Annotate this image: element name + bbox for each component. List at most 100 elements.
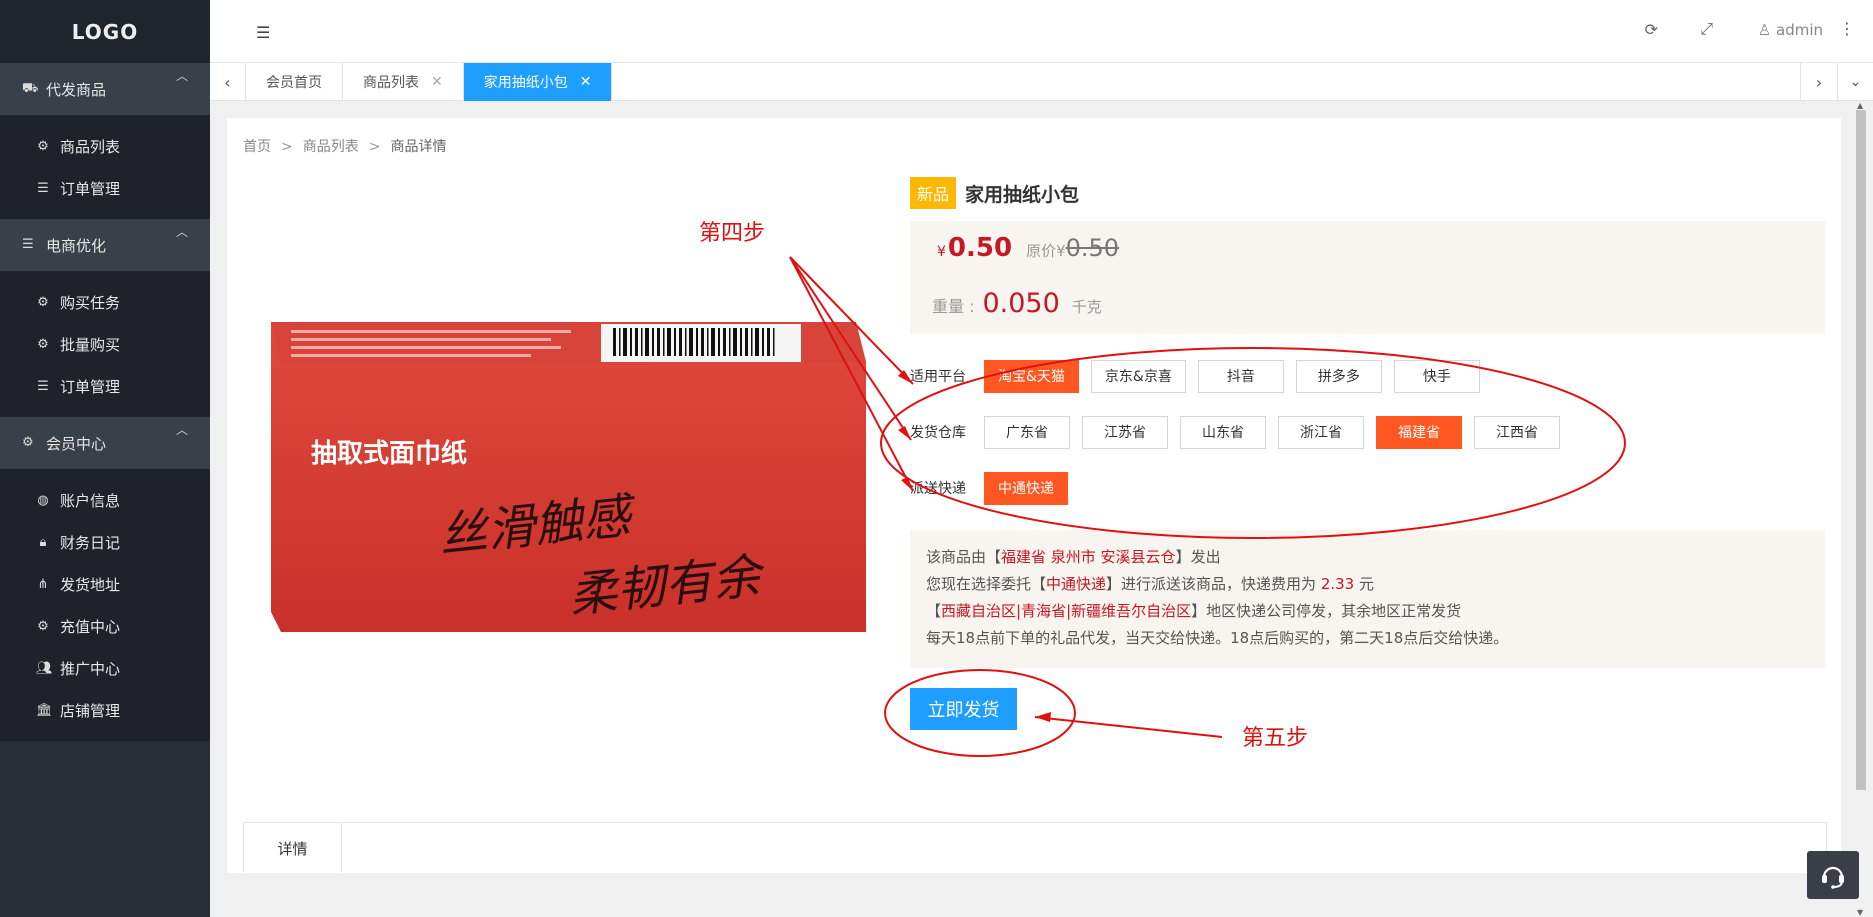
- info-text: 元: [1354, 575, 1374, 593]
- currency-symbol: ¥: [1056, 242, 1066, 260]
- sidebar-item-label: 商品列表: [60, 137, 121, 156]
- breadcrumb-list[interactable]: 商品列表: [303, 139, 359, 155]
- weight-value: 0.050: [982, 288, 1060, 319]
- truck-icon: ⛟: [22, 81, 39, 96]
- lock-icon: 🔒︎: [39, 534, 47, 550]
- main-content: 首页 > 商品列表 > 商品详情 抽取式面巾纸 丝滑触感 柔韧有余 新品 家用抽…: [227, 118, 1841, 873]
- info-fee: 2.33: [1320, 575, 1355, 593]
- globe-icon: ◍: [37, 492, 49, 508]
- info-cutoff: 每天18点前下单的礼品代发，当天交给快递。18点后购买的，第二天18点后交给快递…: [926, 629, 1509, 647]
- users-icon: 👥︎: [36, 660, 53, 676]
- platform-options: 适用平台 淘宝&天猫 京东&京喜 抖音 拼多多 快手: [910, 348, 1825, 404]
- breadcrumb-current: 商品详情: [390, 139, 447, 155]
- sidebar-group-optimize[interactable]: ☰ 电商优化 ︿: [0, 219, 210, 271]
- user-icon: ♙: [1757, 21, 1772, 39]
- platform-label: 适用平台: [910, 369, 966, 385]
- tab-label: 商品列表: [363, 75, 419, 91]
- tab-label: 会员首页: [266, 75, 322, 91]
- sidebar-item-finance[interactable]: 🔒︎ 财务日记: [0, 521, 210, 563]
- refresh-icon[interactable]: ⟳: [1645, 20, 1658, 39]
- sidebar-item-label: 账户信息: [60, 491, 121, 510]
- tab-details[interactable]: 详情: [244, 823, 342, 873]
- tab-product-detail[interactable]: 家用抽纸小包 ✕: [463, 63, 613, 101]
- sidebar-item-buy-task[interactable]: ⚙ 购买任务: [0, 281, 210, 323]
- option-warehouse-shandong[interactable]: 山东省: [1180, 415, 1266, 449]
- sidebar-group-daifa[interactable]: ⛟ 代发商品 ︿: [0, 63, 210, 115]
- option-platform-pdd[interactable]: 拼多多: [1295, 359, 1382, 393]
- chevron-down-icon[interactable]: ⌄: [1837, 63, 1873, 101]
- courier-options: 派送快递 中通快递: [910, 460, 1825, 516]
- list-icon: ☰: [22, 237, 34, 252]
- sidebar-item-shop[interactable]: 🏛︎ 店铺管理: [0, 689, 210, 731]
- menu-toggle-icon[interactable]: ☰: [256, 23, 270, 42]
- sidebar-item-recharge[interactable]: ⚙ 充值中心: [0, 605, 210, 647]
- sidebar-item-label: 发货地址: [60, 575, 121, 594]
- gears-icon: ⚙: [37, 336, 49, 352]
- original-price-label: 原价: [1026, 242, 1057, 260]
- sidebar-item-orders-2[interactable]: ☰ 订单管理: [0, 365, 210, 407]
- close-icon[interactable]: ✕: [580, 74, 592, 90]
- gears-icon: ⚙: [37, 294, 49, 310]
- tab-label: 家用抽纸小包: [483, 75, 568, 91]
- sidebar-item-orders[interactable]: ☰ 订单管理: [0, 167, 210, 209]
- ship-now-button[interactable]: 立即发货: [910, 688, 1017, 730]
- scroll-up-icon[interactable]: ▲: [1857, 101, 1863, 110]
- sidebar-item-label: 充值中心: [60, 617, 121, 636]
- option-platform-taobao[interactable]: 淘宝&天猫: [984, 359, 1079, 393]
- info-text: 】进行派送该商品，快递费用为: [1106, 575, 1321, 593]
- gears-icon: ⚙: [37, 138, 49, 154]
- tab-product-list[interactable]: 商品列表 ✕: [343, 63, 464, 101]
- sidebar-item-label: 购买任务: [60, 293, 121, 312]
- option-warehouse-jiangsu[interactable]: 江苏省: [1082, 415, 1168, 449]
- list-icon: ☰: [37, 180, 49, 196]
- scroll-thumb[interactable]: [1856, 110, 1866, 790]
- chevron-up-icon: ︿: [175, 423, 188, 437]
- option-platform-douyin[interactable]: 抖音: [1197, 359, 1284, 393]
- page-scrollbar[interactable]: ▲ ▼: [1855, 101, 1867, 917]
- info-text: 】发出: [1175, 548, 1221, 566]
- breadcrumb: 首页 > 商品列表 > 商品详情: [243, 139, 447, 155]
- scroll-down-icon[interactable]: ▼: [1857, 908, 1863, 917]
- sidebar-group-label: 电商优化: [46, 236, 107, 255]
- sidebar-item-address[interactable]: ⋔ 发货地址: [0, 563, 210, 605]
- warehouse-label: 发货仓库: [910, 425, 966, 441]
- currency-symbol: ¥: [937, 244, 946, 260]
- option-warehouse-zhejiang[interactable]: 浙江省: [1278, 415, 1364, 449]
- sidebar-item-promotion[interactable]: 👥︎ 推广中心: [0, 647, 210, 689]
- option-warehouse-fujian[interactable]: 福建省: [1376, 415, 1462, 449]
- more-icon[interactable]: ⋮: [1839, 19, 1855, 38]
- product-detail: 新品 家用抽纸小包 ¥ 0.50 原价¥ 0.50 重量 : 0.050 千克 …: [910, 177, 1825, 730]
- shipping-info: 该商品由【福建省 泉州市 安溪县云仓】发出 您现在选择委托【中通快递】进行派送该…: [910, 530, 1825, 668]
- chevron-up-icon: ︿: [175, 69, 188, 83]
- sidebar-item-batch-buy[interactable]: ⚙ 批量购买: [0, 323, 210, 365]
- tab-scroll-left-icon[interactable]: ‹: [210, 63, 246, 101]
- sidebar: LOGO ⛟ 代发商品 ︿ ⚙ 商品列表 ☰ 订单管理 ☰ 电商优化 ︿ ⚙ 购…: [0, 0, 210, 917]
- tab-member-home[interactable]: 会员首页: [246, 63, 343, 101]
- info-courier: 中通快递: [1046, 575, 1107, 593]
- option-platform-kuaishou[interactable]: 快手: [1393, 359, 1480, 393]
- sidebar-group-member[interactable]: ⚙ 会员中心 ︿: [0, 417, 210, 469]
- gears-icon: ⚙: [37, 618, 49, 634]
- sidebar-item-label: 店铺管理: [60, 701, 121, 720]
- sidebar-item-label: 推广中心: [60, 659, 121, 678]
- option-warehouse-jiangxi[interactable]: 江西省: [1474, 415, 1560, 449]
- list-icon: ☰: [37, 378, 49, 394]
- customer-service-button[interactable]: [1807, 851, 1859, 899]
- detail-tabs: 详情: [243, 822, 1827, 873]
- tab-scroll-right-icon[interactable]: ›: [1800, 63, 1837, 101]
- fullscreen-icon[interactable]: ⤢: [1700, 19, 1713, 39]
- gear-icon: ⚙: [22, 435, 34, 450]
- close-icon[interactable]: ✕: [431, 74, 443, 90]
- breadcrumb-home[interactable]: 首页: [243, 139, 271, 155]
- user-menu[interactable]: ♙ admin: [1758, 21, 1823, 39]
- sidebar-group-label: 会员中心: [46, 434, 107, 453]
- option-platform-jd[interactable]: 京东&京喜: [1090, 359, 1186, 393]
- sidebar-item-product-list[interactable]: ⚙ 商品列表: [0, 125, 210, 167]
- sitemap-icon: ⋔: [37, 576, 49, 592]
- option-warehouse-guangdong[interactable]: 广东省: [984, 415, 1070, 449]
- sidebar-item-account[interactable]: ◍ 账户信息: [0, 479, 210, 521]
- product-title: 家用抽纸小包: [965, 183, 1080, 206]
- warehouse-options: 发货仓库 广东省 江苏省 山东省 浙江省 福建省 江西省: [910, 404, 1825, 460]
- sidebar-item-label: 订单管理: [60, 179, 121, 198]
- option-courier-zto[interactable]: 中通快递: [984, 471, 1068, 505]
